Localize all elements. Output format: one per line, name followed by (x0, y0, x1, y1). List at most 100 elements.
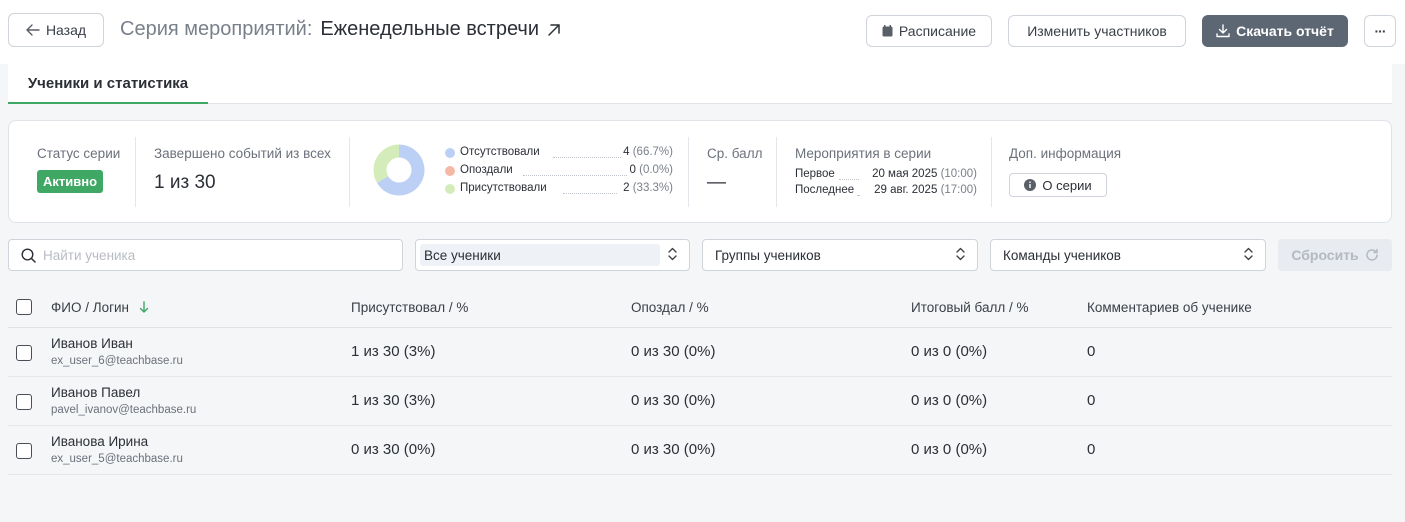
score-cell: 0 из 0 (0%) (911, 392, 988, 409)
donut-slice-Присутствовали (373, 144, 400, 183)
row-checkbox[interactable] (16, 345, 32, 361)
download-report-button[interactable]: Скачать отчёт (1202, 15, 1348, 47)
legend-absent: Отсутствовали 4 (66.7%) (445, 146, 673, 162)
table-header: ФИО / Логин Присутствовал / % Опоздал / … (8, 288, 1392, 328)
reset-filters-button[interactable]: Сбросить (1278, 239, 1392, 271)
last-event-value: 29 авг. 2025 (17:00) (874, 184, 977, 196)
sort-down-icon (139, 301, 149, 313)
stats-card: Статус серии Активно Завершено событий и… (8, 120, 1392, 223)
legend-present-name: Присутствовали (460, 182, 547, 194)
refresh-icon (1365, 248, 1379, 262)
student-groups-select[interactable]: Группы учеников (702, 239, 978, 271)
avg-score-value: — (707, 172, 726, 193)
leader-dots (839, 179, 859, 180)
column-name-header[interactable]: ФИО / Логин (51, 300, 149, 315)
legend-present-dot (445, 184, 455, 194)
score-cell: 0 из 0 (0%) (911, 441, 988, 458)
student-name[interactable]: Иванов Иван (51, 336, 133, 351)
student-name[interactable]: Иванов Павел (51, 385, 140, 400)
download-icon (1216, 24, 1230, 38)
tabs-bar: Ученики и статистика (8, 64, 1392, 104)
divider (991, 137, 992, 207)
chevron-updown-icon (956, 247, 965, 261)
select-all-checkbox[interactable] (16, 299, 32, 315)
page-title: Серия мероприятий: Еженедельные встречи (120, 18, 561, 41)
info-icon (1024, 179, 1037, 191)
leader-dots (857, 195, 859, 196)
legend-late: Опоздали 0 (0.0%) (445, 164, 673, 180)
comments-cell: 0 (1087, 343, 1096, 360)
attended-cell: 1 из 30 (3%) (351, 392, 436, 409)
chevron-updown-icon (1244, 247, 1253, 261)
divider (776, 137, 777, 207)
table-row[interactable]: Иванов Иван ex_user_6@teachbase.ru 1 из … (8, 328, 1392, 377)
late-cell: 0 из 30 (0%) (631, 441, 716, 458)
late-cell: 0 из 30 (0%) (631, 392, 716, 409)
legend-absent-value: 4 (66.7%) (623, 146, 673, 158)
about-series-label: О серии (1042, 177, 1092, 193)
tab-students-stats[interactable]: Ученики и статистика (8, 64, 208, 104)
legend-present-value: 2 (33.3%) (623, 182, 673, 194)
student-teams-select[interactable]: Команды учеников (990, 239, 1266, 271)
top-bar: Назад Серия мероприятий: Еженедельные вс… (0, 0, 1405, 64)
first-event-row: Первое 20 мая 2025 (10:00) (795, 168, 977, 183)
more-icon: ··· (1374, 23, 1387, 39)
more-button[interactable]: ··· (1364, 15, 1396, 47)
row-checkbox[interactable] (16, 394, 32, 410)
calendar-icon (882, 25, 893, 37)
search-input[interactable] (43, 245, 393, 265)
student-login: ex_user_6@teachbase.ru (51, 355, 183, 367)
student-groups-value: Группы учеников (715, 248, 821, 263)
about-series-button[interactable]: О серии (1009, 173, 1107, 197)
legend-late-dot (445, 166, 455, 176)
student-login: ex_user_5@teachbase.ru (51, 453, 183, 465)
reset-label: Сбросить (1291, 247, 1359, 263)
column-attended-header[interactable]: Присутствовал / % (351, 300, 468, 315)
column-late-header[interactable]: Опоздал / % (631, 300, 709, 315)
edit-participants-button[interactable]: Изменить участников (1008, 15, 1186, 47)
schedule-button[interactable]: Расписание (866, 15, 992, 47)
leader-dots (563, 193, 617, 194)
legend-absent-name: Отсутствовали (460, 146, 540, 158)
status-label: Статус серии (37, 146, 121, 161)
column-score-header[interactable]: Итоговый балл / % (911, 300, 1029, 315)
leader-dots (553, 157, 621, 158)
completed-label: Завершено событий из всех (154, 146, 331, 161)
all-students-value: Все ученики (424, 248, 501, 263)
student-name[interactable]: Иванова Ирина (51, 434, 148, 449)
status-badge: Активно (37, 170, 104, 193)
comments-cell: 0 (1087, 441, 1096, 458)
legend-late-name: Опоздали (460, 164, 513, 176)
series-name: Еженедельные встречи (320, 18, 540, 40)
extra-info-label: Доп. информация (1009, 146, 1122, 161)
divider (349, 137, 350, 207)
download-report-label: Скачать отчёт (1236, 23, 1334, 39)
schedule-label: Расписание (898, 23, 977, 39)
last-event-row: Последнее 29 авг. 2025 (17:00) (795, 184, 977, 199)
back-label: Назад (45, 22, 87, 38)
last-event-label: Последнее (795, 184, 855, 196)
table-row[interactable]: Иванов Павел pavel_ivanov@teachbase.ru 1… (8, 377, 1392, 426)
avg-score-label: Ср. балл (707, 146, 763, 161)
attended-cell: 0 из 30 (0%) (351, 441, 436, 458)
comments-cell: 0 (1087, 392, 1096, 409)
attended-cell: 1 из 30 (3%) (351, 343, 436, 360)
row-checkbox[interactable] (16, 443, 32, 459)
all-students-select[interactable]: Все ученики (415, 239, 690, 271)
completed-value: 1 из 30 (154, 172, 216, 193)
edit-participants-label: Изменить участников (1027, 23, 1167, 39)
external-link-icon[interactable] (547, 23, 561, 37)
back-button[interactable]: Назад (8, 13, 104, 47)
student-login: pavel_ivanov@teachbase.ru (51, 404, 197, 416)
late-cell: 0 из 30 (0%) (631, 343, 716, 360)
student-teams-value: Команды учеников (1003, 248, 1121, 263)
search-field[interactable] (8, 239, 403, 271)
legend-present: Присутствовали 2 (33.3%) (445, 182, 673, 198)
divider (688, 137, 689, 207)
table-row[interactable]: Иванова Ирина ex_user_5@teachbase.ru 0 и… (8, 426, 1392, 475)
legend-late-value: 0 (0.0%) (629, 164, 673, 176)
score-cell: 0 из 0 (0%) (911, 343, 988, 360)
column-comments-header[interactable]: Комментариев об ученике (1087, 300, 1252, 315)
leader-dots (523, 175, 627, 176)
first-event-value: 20 мая 2025 (10:00) (872, 168, 977, 180)
